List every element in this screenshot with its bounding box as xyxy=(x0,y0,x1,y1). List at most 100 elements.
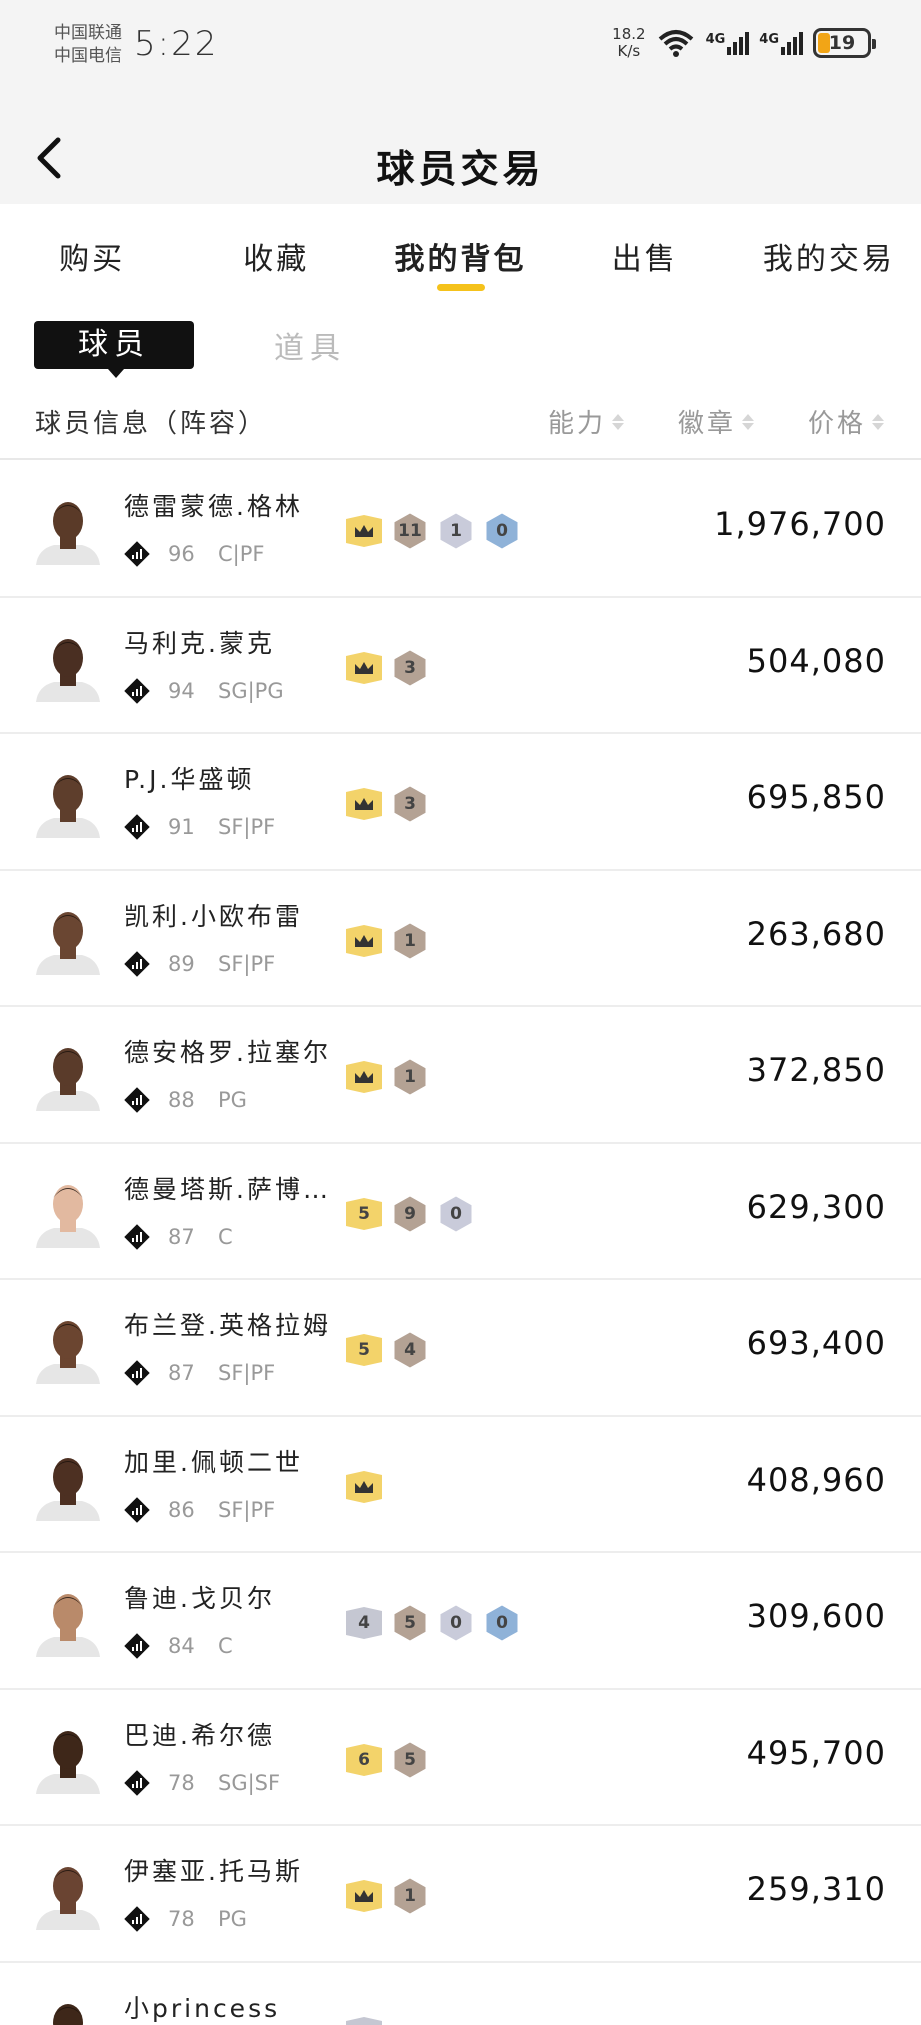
player-avatar xyxy=(36,1321,100,1384)
carrier-1: 中国联通 xyxy=(54,23,122,43)
player-position: SF|PF xyxy=(218,1361,276,1385)
player-row[interactable]: 凯利.小欧布雷 89 SF|PF 1 263,680 xyxy=(0,871,921,1007)
crown-badge-icon xyxy=(344,648,384,688)
badge-group: 11 1 0 xyxy=(344,511,522,551)
player-rating: 91 xyxy=(168,815,195,839)
sort-badge[interactable]: 徽章 xyxy=(678,403,755,440)
badge-bronze: 9 xyxy=(390,1194,430,1234)
subtab-bar: 球员 道具 xyxy=(34,320,346,378)
badge-blue: 0 xyxy=(482,1603,522,1643)
player-row[interactable]: 巴迪.希尔德 78 SG|SF 6 5 495,700 xyxy=(0,1690,921,1826)
player-row[interactable]: 马利克.蒙克 94 SG|PG 3 504,080 xyxy=(0,598,921,734)
crown-icon xyxy=(355,1480,373,1493)
player-position: SF|PF xyxy=(218,1497,276,1522)
badge-count: 4 xyxy=(404,1340,416,1360)
player-rating: 87 xyxy=(168,1224,195,1249)
signal-type-2: 4G xyxy=(759,31,779,47)
sort-badge-label: 徽章 xyxy=(678,409,737,439)
player-rating: 89 xyxy=(168,951,195,976)
header: 球员交易 xyxy=(0,100,921,204)
signal-type-1: 4G xyxy=(705,31,726,47)
carrier-2: 中国电信 xyxy=(54,46,122,66)
sort-arrows-icon xyxy=(872,413,885,430)
player-avatar xyxy=(36,1048,100,1111)
sort-arrows-icon xyxy=(742,413,755,430)
badge-bronze: 3 xyxy=(390,648,430,688)
column-player-info: 球员信息（阵容） xyxy=(35,409,268,439)
rating-icon xyxy=(124,1223,150,1250)
tab-my-trades[interactable]: 我的交易 xyxy=(737,204,921,300)
system-icons: 18.2 K/s 4G 4G 19 xyxy=(612,25,876,60)
player-position: SG|PG xyxy=(218,678,284,703)
battery-icon: 19 xyxy=(813,28,876,58)
badge-bronze: 1 xyxy=(390,1876,430,1916)
tab-buy[interactable]: 购买 xyxy=(0,204,184,300)
network-speed-value: 18.2 xyxy=(612,25,646,43)
player-avatar xyxy=(36,638,100,702)
status-bar: 中国联通 中国电信 5:22 18.2 K/s 4G 4G 19 xyxy=(0,0,921,100)
player-avatar xyxy=(36,1457,100,1521)
sort-price-label: 价格 xyxy=(808,409,867,439)
player-position: C xyxy=(218,1224,233,1249)
player-row[interactable]: 伊塞亚.托马斯 78 PG 1 259,310 xyxy=(0,1826,921,1963)
player-price: 263,680 xyxy=(746,914,886,953)
badge-gold: 5 xyxy=(344,1194,384,1234)
badge-gold: 6 xyxy=(344,1740,384,1780)
badge-group: 1 xyxy=(344,921,430,961)
player-row[interactable]: 鲁迪.戈贝尔 84 C 4 5 0 0 309,600 xyxy=(0,1553,921,1690)
badge-silver: 1 xyxy=(436,511,476,551)
tab-sell[interactable]: 出售 xyxy=(553,204,737,300)
player-position: PG xyxy=(218,1907,247,1931)
sort-ability[interactable]: 能力 xyxy=(548,403,625,440)
player-meta: 88 PG xyxy=(124,1087,247,1113)
player-position: SF|PF xyxy=(218,951,276,976)
player-price: 693,400 xyxy=(746,1324,886,1362)
clock: 5:22 xyxy=(134,24,219,64)
badge-silvergray: 4 xyxy=(344,1603,384,1643)
player-avatar xyxy=(36,1867,100,1930)
player-name: 巴迪.希尔德 xyxy=(124,1720,275,1750)
subtab-players[interactable]: 球员 xyxy=(34,321,194,378)
player-row[interactable]: 德曼塔斯.萨博… 87 C 5 9 0 629,300 xyxy=(0,1144,921,1280)
tab-my-bag[interactable]: 我的背包 xyxy=(368,204,552,300)
column-headers: 球员信息（阵容） 能力 徽章 价格 xyxy=(0,395,921,460)
player-rating: 88 xyxy=(168,1088,195,1112)
player-meta: 78 PG xyxy=(124,1906,247,1932)
player-row[interactable]: 布兰登.英格拉姆 87 SF|PF 5 4 693,400 xyxy=(0,1280,921,1417)
player-price: 504,080 xyxy=(746,641,886,680)
player-position: C|PF xyxy=(218,542,265,566)
player-name: 德安格罗.拉塞尔 xyxy=(124,1038,331,1067)
badge-count: 11 xyxy=(398,521,422,541)
badge-count: 5 xyxy=(404,1613,416,1633)
player-name: 德雷蒙德.格林 xyxy=(124,492,303,521)
player-price: 1,976,700 xyxy=(714,505,886,543)
player-row[interactable]: 德雷蒙德.格林 96 C|PF 11 1 0 1,976,700 xyxy=(0,461,921,598)
player-name: 伊塞亚.托马斯 xyxy=(124,1857,303,1886)
crown-icon xyxy=(355,934,373,947)
player-meta: 89 SF|PF xyxy=(124,950,276,977)
tab-favorites[interactable]: 收藏 xyxy=(184,204,368,300)
player-row[interactable]: 加里.佩顿二世 86 SF|PF 408,960 xyxy=(0,1417,921,1553)
crown-badge-icon xyxy=(344,511,384,551)
player-avatar xyxy=(36,1184,100,1248)
rating-icon xyxy=(124,1769,150,1796)
player-rating: 84 xyxy=(168,1634,195,1658)
signal-icon-2: 4G xyxy=(759,31,803,55)
badge-bronze: 5 xyxy=(390,1740,430,1780)
player-row[interactable]: 小princess xyxy=(0,1963,921,2025)
player-name: P.J.华盛顿 xyxy=(124,765,255,794)
crown-badge-icon xyxy=(344,1467,384,1507)
player-row[interactable]: P.J.华盛顿 91 SF|PF 3 695,850 xyxy=(0,734,921,871)
badge-group xyxy=(344,2013,384,2025)
subtab-items[interactable]: 道具 xyxy=(274,323,346,367)
badge-silver: 0 xyxy=(436,1194,476,1234)
badge-count: 1 xyxy=(404,1067,416,1087)
player-price: 408,960 xyxy=(746,1460,886,1499)
crown-icon xyxy=(355,1071,373,1083)
sort-price[interactable]: 价格 xyxy=(808,403,885,440)
player-name: 鲁迪.戈贝尔 xyxy=(124,1584,275,1613)
player-row[interactable]: 德安格罗.拉塞尔 88 PG 1 372,850 xyxy=(0,1007,921,1144)
player-avatar xyxy=(36,1594,100,1657)
battery-level: 19 xyxy=(828,32,856,54)
badge-group: 54 xyxy=(344,1330,430,1370)
